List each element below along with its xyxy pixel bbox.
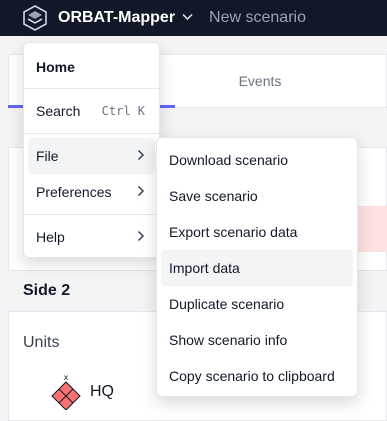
unit-item[interactable]: x HQ (50, 373, 114, 411)
scenario-name[interactable]: New scenario (209, 9, 306, 27)
hostile-hq-unit-symbol: x (50, 373, 82, 411)
top-bar: ORBAT-Mapper New scenario (0, 0, 387, 36)
menu-item-label: Help (36, 229, 65, 245)
menu-item-export-scenario-data[interactable]: Export scenario data (161, 214, 353, 250)
units-label: Units (23, 334, 60, 351)
menu-item-show-scenario-info[interactable]: Show scenario info (161, 322, 353, 358)
menu-divider (24, 88, 159, 89)
menu-item-search[interactable]: Search Ctrl K (28, 93, 155, 129)
tab-events[interactable]: Events (175, 54, 345, 108)
menu-item-label: Show scenario info (169, 332, 288, 348)
menu-item-label: Home (36, 59, 75, 75)
keyboard-shortcut: Ctrl K (101, 104, 145, 118)
menu-item-label: File (36, 148, 59, 164)
menu-item-label: Save scenario (169, 188, 258, 204)
menu-item-help[interactable]: Help (28, 219, 155, 255)
menu-item-home[interactable]: Home (28, 49, 155, 85)
app-title: ORBAT-Mapper (58, 9, 176, 26)
menu-item-duplicate-scenario[interactable]: Duplicate scenario (161, 286, 353, 322)
chevron-right-icon (137, 184, 145, 201)
menu-item-label: Export scenario data (169, 224, 298, 240)
menu-item-label: Search (36, 103, 81, 119)
menu-divider (24, 214, 159, 215)
menu-item-label: Download scenario (169, 152, 289, 168)
app-dropdown-menu: Home Search Ctrl K File Preferences Help (23, 42, 160, 258)
menu-item-download-scenario[interactable]: Download scenario (161, 142, 353, 178)
menu-item-save-scenario[interactable]: Save scenario (161, 178, 353, 214)
svg-text:x: x (64, 374, 69, 382)
chevron-right-icon (137, 229, 145, 246)
menu-item-label: Duplicate scenario (169, 296, 285, 312)
menu-item-preferences[interactable]: Preferences (28, 174, 155, 210)
menu-item-file[interactable]: File (28, 138, 155, 174)
orbat-logo-icon[interactable] (20, 3, 50, 33)
chevron-down-icon (182, 12, 193, 24)
chevron-right-icon (137, 148, 145, 165)
menu-item-import-data[interactable]: Import data (161, 250, 353, 286)
menu-item-label: Import data (169, 260, 240, 276)
app-menu-button[interactable]: ORBAT-Mapper (58, 9, 193, 27)
menu-item-label: Preferences (36, 184, 112, 200)
menu-item-label: Copy scenario to clipboard (169, 368, 335, 384)
file-submenu: Download scenario Save scenario Export s… (156, 137, 358, 397)
unit-name: HQ (90, 383, 114, 400)
menu-divider (24, 133, 159, 134)
menu-item-copy-scenario-to-clipboard[interactable]: Copy scenario to clipboard (161, 358, 353, 394)
